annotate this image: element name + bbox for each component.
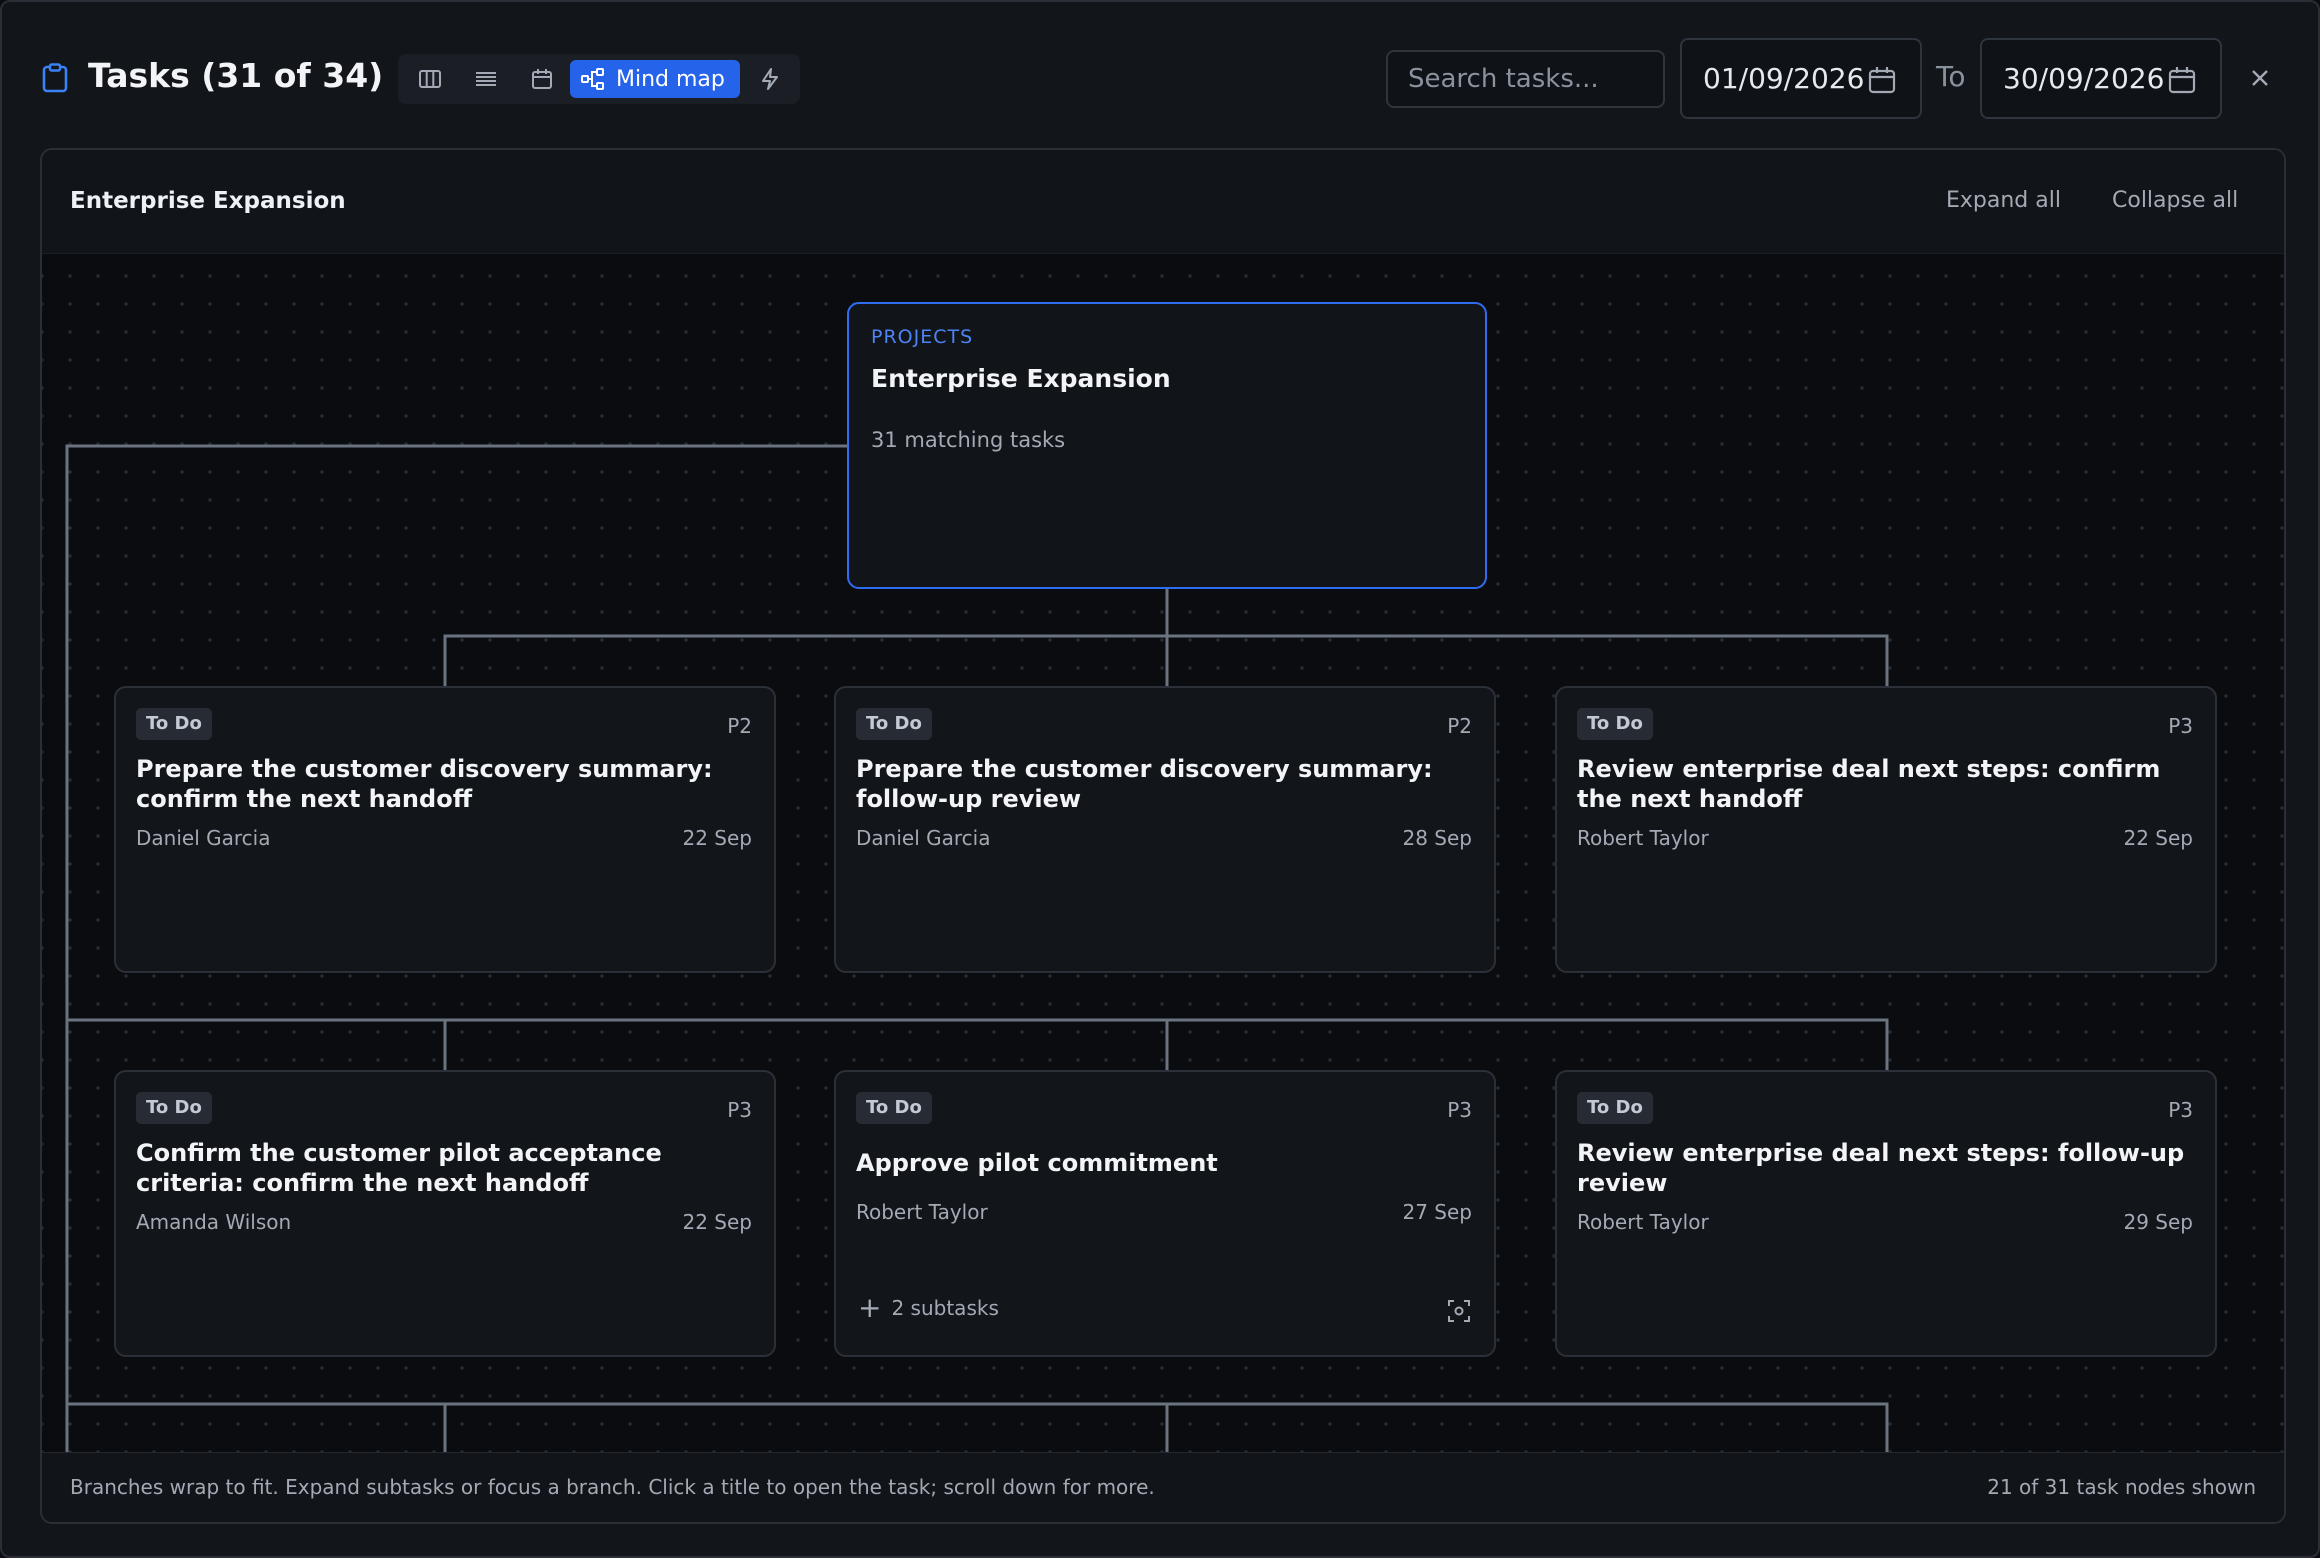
plus-icon: + xyxy=(858,1291,882,1324)
task-card[interactable]: To Do P3 Approve pilot commitment Robert… xyxy=(834,1070,1496,1357)
panel-title: Enterprise Expansion xyxy=(70,188,346,214)
task-title[interactable]: Approve pilot commitment xyxy=(856,1148,1466,1178)
expand-all-button[interactable]: Expand all xyxy=(1946,188,2061,213)
page-title: Tasks (31 of 34) xyxy=(88,56,384,95)
date-range-separator: To xyxy=(1936,60,1966,93)
view-switcher: Mind map xyxy=(398,54,800,104)
task-assignee: Robert Taylor xyxy=(856,1200,988,1224)
task-due-date: 29 Sep xyxy=(2123,1210,2193,1234)
priority-label: P3 xyxy=(1447,1098,1472,1122)
board-view-button[interactable] xyxy=(408,60,452,98)
task-title[interactable]: Prepare the customer discovery summary: … xyxy=(136,754,746,814)
close-icon[interactable] xyxy=(2246,64,2274,92)
task-due-date: 22 Sep xyxy=(2123,826,2193,850)
status-badge: To Do xyxy=(1577,1092,1653,1124)
task-due-date: 27 Sep xyxy=(1402,1200,1472,1224)
footer-hint: Branches wrap to fit. Expand subtasks or… xyxy=(70,1475,1155,1499)
status-badge: To Do xyxy=(856,708,932,740)
task-due-date: 28 Sep xyxy=(1402,826,1472,850)
automation-view-button[interactable] xyxy=(748,60,792,98)
panel-footer: Branches wrap to fit. Expand subtasks or… xyxy=(42,1452,2284,1522)
mind-map-view-button[interactable]: Mind map xyxy=(570,60,740,98)
priority-label: P2 xyxy=(1447,714,1472,738)
task-card[interactable]: To Do P3 Confirm the customer pilot acce… xyxy=(114,1070,776,1357)
task-assignee: Robert Taylor xyxy=(1577,826,1709,850)
subtasks-label: 2 subtasks xyxy=(891,1296,999,1320)
mind-map-panel: Enterprise Expansion Expand all Collapse… xyxy=(40,148,2286,1524)
search-input[interactable] xyxy=(1386,50,1665,108)
date-from-field[interactable]: 01/09/2026 xyxy=(1680,38,1922,119)
expand-subtasks-button[interactable]: + 2 subtasks xyxy=(858,1291,999,1324)
task-assignee: Daniel Garcia xyxy=(856,826,991,850)
dialog-header: Tasks (31 of 34) Mind map 01/09/2026 xyxy=(2,2,2318,150)
status-badge: To Do xyxy=(136,708,212,740)
focus-branch-icon[interactable] xyxy=(1446,1298,1472,1324)
task-assignee: Robert Taylor xyxy=(1577,1210,1709,1234)
task-assignee: Amanda Wilson xyxy=(136,1210,292,1234)
calendar-view-button[interactable] xyxy=(520,60,564,98)
root-title[interactable]: Enterprise Expansion xyxy=(871,364,1171,393)
task-card[interactable]: To Do P2 Prepare the customer discovery … xyxy=(834,686,1496,973)
clipboard-icon xyxy=(42,63,68,93)
priority-label: P3 xyxy=(2168,1098,2193,1122)
node-count: 21 of 31 task nodes shown xyxy=(1987,1475,2256,1499)
status-badge: To Do xyxy=(136,1092,212,1124)
root-node[interactable]: PROJECTS Enterprise Expansion 31 matchin… xyxy=(847,302,1487,589)
task-title[interactable]: Confirm the customer pilot acceptance cr… xyxy=(136,1138,746,1198)
tasks-dialog: Tasks (31 of 34) Mind map 01/09/2026 xyxy=(0,0,2320,1558)
root-task-count: 31 matching tasks xyxy=(871,428,1066,452)
collapse-all-button[interactable]: Collapse all xyxy=(2112,188,2238,213)
task-title[interactable]: Review enterprise deal next steps: confi… xyxy=(1577,754,2187,814)
status-badge: To Do xyxy=(856,1092,932,1124)
task-due-date: 22 Sep xyxy=(682,826,752,850)
task-title[interactable]: Prepare the customer discovery summary: … xyxy=(856,754,1466,814)
calendar-icon[interactable] xyxy=(1866,64,1898,96)
status-badge: To Do xyxy=(1577,708,1653,740)
list-icon xyxy=(476,72,496,86)
priority-label: P2 xyxy=(727,714,752,738)
mind-map-label: Mind map xyxy=(616,66,725,92)
mind-map-icon xyxy=(581,68,604,90)
date-to-value: 30/09/2026 xyxy=(2003,62,2165,95)
root-kicker: PROJECTS xyxy=(871,326,974,348)
list-view-button[interactable] xyxy=(464,60,508,98)
task-title[interactable]: Review enterprise deal next steps: follo… xyxy=(1577,1138,2187,1198)
lightning-icon xyxy=(762,68,778,90)
task-assignee: Daniel Garcia xyxy=(136,826,271,850)
task-card[interactable]: To Do P2 Prepare the customer discovery … xyxy=(114,686,776,973)
priority-label: P3 xyxy=(2168,714,2193,738)
date-from-value: 01/09/2026 xyxy=(1703,62,1865,95)
mind-map-canvas[interactable]: PROJECTS Enterprise Expansion 31 matchin… xyxy=(42,254,2284,1454)
date-to-field[interactable]: 30/09/2026 xyxy=(1980,38,2222,119)
priority-label: P3 xyxy=(727,1098,752,1122)
calendar-icon[interactable] xyxy=(2166,64,2198,96)
calendar-icon xyxy=(532,69,552,89)
columns-icon xyxy=(419,70,441,88)
panel-header: Enterprise Expansion Expand all Collapse… xyxy=(42,150,2284,254)
task-card[interactable]: To Do P3 Review enterprise deal next ste… xyxy=(1555,1070,2217,1357)
task-due-date: 22 Sep xyxy=(682,1210,752,1234)
task-card[interactable]: To Do P3 Review enterprise deal next ste… xyxy=(1555,686,2217,973)
